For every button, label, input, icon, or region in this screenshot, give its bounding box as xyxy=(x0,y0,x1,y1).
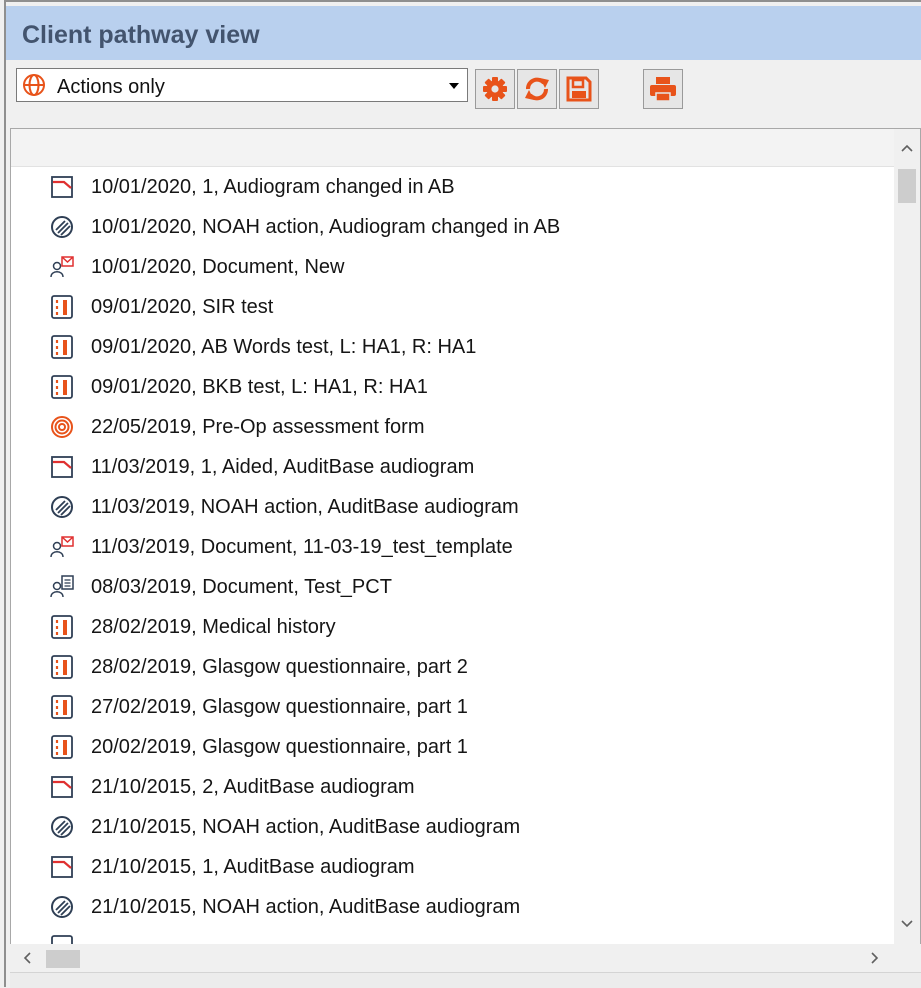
print-icon xyxy=(650,77,676,102)
noah-icon xyxy=(51,496,73,518)
spiral-icon xyxy=(51,416,73,438)
scroll-right-icon[interactable] xyxy=(862,944,888,972)
test-icon xyxy=(51,695,73,719)
noah-icon xyxy=(51,896,73,918)
pathway-item[interactable]: 10/01/2020, Document, New xyxy=(11,247,895,287)
scroll-left-icon[interactable] xyxy=(14,944,40,972)
document-list-icon xyxy=(50,575,74,598)
pathway-item[interactable]: 21/10/2015, NOAH action, AuditBase audio… xyxy=(11,807,895,847)
vertical-scroll-thumb[interactable] xyxy=(898,169,916,203)
pathway-item[interactable]: 21/10/2015, NOAH action, AuditBase audio… xyxy=(11,887,895,927)
audiogram-icon xyxy=(51,856,73,878)
refresh-icon xyxy=(525,77,549,101)
panel-title: Client pathway view xyxy=(22,21,260,49)
noah-icon xyxy=(51,216,73,238)
pathway-item[interactable]: 20/02/2019, Glasgow questionnaire, part … xyxy=(11,727,895,767)
save-button[interactable] xyxy=(559,69,599,109)
test-icon xyxy=(51,615,73,639)
vertical-scrollbar[interactable] xyxy=(894,129,920,944)
pathway-item-partial xyxy=(11,927,895,944)
audiogram-icon xyxy=(51,456,73,478)
print-button[interactable] xyxy=(643,69,683,109)
audiogram-icon xyxy=(51,176,73,198)
noah-icon xyxy=(51,816,73,838)
pathway-item[interactable]: 09/01/2020, SIR test xyxy=(11,287,895,327)
status-bar xyxy=(10,972,921,988)
test-icon xyxy=(51,335,73,359)
pathway-item[interactable]: 22/05/2019, Pre-Op assessment form xyxy=(11,407,895,447)
pathway-item[interactable]: 09/01/2020, AB Words test, L: HA1, R: HA… xyxy=(11,327,895,367)
pathway-list: 10/01/2020, 1, Audiogram changed in AB 1… xyxy=(10,128,921,945)
audiogram-icon xyxy=(51,776,73,798)
panel-title-bar: Client pathway view xyxy=(6,6,921,60)
pathway-item[interactable]: 11/03/2019, Document, 11-03-19_test_temp… xyxy=(11,527,895,567)
filter-dropdown[interactable]: Actions only xyxy=(16,68,468,102)
pathway-item[interactable]: 21/10/2015, 2, AuditBase audiogram xyxy=(11,767,895,807)
pathway-item[interactable]: 21/10/2015, 1, AuditBase audiogram xyxy=(11,847,895,887)
list-header xyxy=(11,129,895,167)
pathway-item[interactable]: 11/03/2019, NOAH action, AuditBase audio… xyxy=(11,487,895,527)
horizontal-scrollbar[interactable] xyxy=(10,944,921,972)
dropdown-arrow-icon[interactable] xyxy=(441,69,467,101)
pathway-item[interactable]: 10/01/2020, 1, Audiogram changed in AB xyxy=(11,167,895,207)
scroll-down-icon[interactable] xyxy=(894,913,920,935)
filter-selected-value: Actions only xyxy=(57,76,165,98)
pathway-item[interactable]: 08/03/2019, Document, Test_PCT xyxy=(11,567,895,607)
test-icon xyxy=(51,375,73,399)
horizontal-scroll-thumb[interactable] xyxy=(46,950,80,968)
settings-button[interactable] xyxy=(475,69,515,109)
pathway-item[interactable]: 10/01/2020, NOAH action, Audiogram chang… xyxy=(11,207,895,247)
pathway-item[interactable]: 27/02/2019, Glasgow questionnaire, part … xyxy=(11,687,895,727)
save-icon xyxy=(566,76,592,102)
test-icon xyxy=(51,655,73,679)
pathway-item[interactable]: 09/01/2020, BKB test, L: HA1, R: HA1 xyxy=(11,367,895,407)
pathway-item[interactable]: 28/02/2019, Glasgow questionnaire, part … xyxy=(11,647,895,687)
test-icon xyxy=(51,735,73,759)
gear-icon xyxy=(483,77,507,101)
test-icon xyxy=(51,295,73,319)
pathway-item[interactable]: 28/02/2019, Medical history xyxy=(11,607,895,647)
refresh-button[interactable] xyxy=(517,69,557,109)
scroll-up-icon[interactable] xyxy=(894,137,920,159)
globe-icon xyxy=(23,74,45,96)
toolbar: Actions only xyxy=(6,60,921,126)
document-icon xyxy=(50,256,74,278)
pathway-item[interactable]: 11/03/2019, 1, Aided, AuditBase audiogra… xyxy=(11,447,895,487)
document-icon xyxy=(50,536,74,558)
